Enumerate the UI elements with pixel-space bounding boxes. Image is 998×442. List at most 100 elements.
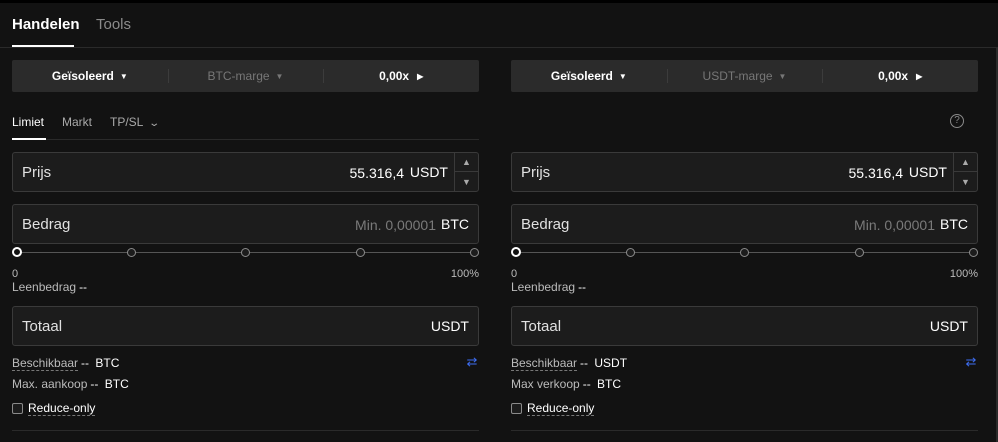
divider [511, 430, 978, 431]
amount-label: Bedrag [22, 216, 71, 233]
loan-value: -- [79, 280, 88, 294]
amount-slider[interactable] [12, 247, 479, 259]
loan-label: Leenbedrag [511, 280, 576, 294]
margin-mode-select[interactable]: Geïsoleerd ▼ [12, 60, 168, 92]
slider-max-label: 100% [450, 268, 479, 280]
max-value: -- [90, 377, 99, 391]
price-field[interactable]: Prijs 55.316,4 USDT ▲ ▼ [511, 152, 978, 192]
margin-asset-select[interactable]: BTC-marge ▼ [167, 60, 324, 92]
reduce-only-label: Reduce-only [527, 400, 595, 416]
tab-market[interactable]: Markt [62, 115, 92, 129]
available-label: Beschikbaar [12, 356, 79, 371]
slider-step-50[interactable] [241, 248, 250, 257]
amount-slider[interactable] [511, 247, 978, 259]
max-label: Max. aankoop [12, 377, 88, 391]
buy-panel: Geïsoleerd ▼ BTC-marge ▼ 0,00x ▶ Limiet … [12, 48, 479, 442]
loan-label: Leenbedrag [12, 280, 77, 294]
tab-trade[interactable]: Handelen [12, 16, 80, 33]
increment-button[interactable]: ▲ [954, 153, 977, 172]
tab-limit[interactable]: Limiet [12, 115, 44, 129]
caret-right-icon: ▶ [916, 71, 923, 81]
available-value: -- [580, 356, 589, 370]
reduce-only-label: Reduce-only [28, 400, 96, 416]
leverage-label: 0,00x [379, 69, 410, 83]
slider-min-label: 0 [511, 268, 518, 280]
caret-down-icon: ▼ [275, 71, 284, 81]
transfer-icon[interactable]: ⇄ [964, 355, 978, 369]
caret-right-icon: ▶ [417, 71, 424, 81]
margin-asset-label: BTC-marge [207, 69, 270, 83]
slider-step-100[interactable] [969, 248, 978, 257]
max-unit: BTC [597, 377, 622, 391]
tab-tools[interactable]: Tools [96, 16, 131, 33]
tab-tpsl-label: TP/SL [110, 115, 143, 129]
leverage-label: 0,00x [878, 69, 909, 83]
margin-asset-label: USDT-marge [702, 69, 773, 83]
available-unit: BTC [95, 356, 120, 370]
checkbox-box[interactable] [12, 402, 23, 414]
leverage-button[interactable]: 0,00x ▶ [822, 60, 978, 92]
chevron-down-icon: ▼ [961, 176, 970, 187]
slider-step-75[interactable] [356, 248, 365, 257]
slider-step-25[interactable] [626, 248, 635, 257]
loan-amount: Leenbedrag -- [511, 280, 586, 294]
slider-handle[interactable] [511, 247, 521, 257]
amount-field[interactable]: Bedrag Min. 0,00001 BTC [12, 204, 479, 244]
reduce-only-checkbox[interactable]: Reduce-only [12, 400, 96, 416]
decrement-button[interactable]: ▼ [954, 172, 977, 191]
price-stepper: ▲ ▼ [953, 153, 977, 191]
transfer-icon[interactable]: ⇄ [465, 355, 479, 369]
price-label: Prijs [22, 164, 52, 181]
margin-mode-label: Geïsoleerd [550, 69, 613, 83]
order-type-tabs: Limiet Markt TP/SL ⌄ [12, 114, 479, 140]
chevron-up-icon: ▲ [462, 157, 471, 167]
total-label: Totaal [521, 318, 562, 335]
amount-placeholder: Min. 0,00001 [854, 217, 935, 233]
margin-mode-bar: Geïsoleerd ▼ BTC-marge ▼ 0,00x ▶ [12, 60, 479, 92]
tab-tpsl[interactable]: TP/SL ⌄ [110, 115, 161, 129]
amount-label: Bedrag [521, 216, 570, 233]
tab-active-indicator [12, 45, 74, 47]
checkbox-box[interactable] [511, 402, 522, 414]
total-field[interactable]: Totaal USDT [511, 306, 978, 346]
price-label: Prijs [521, 164, 551, 181]
total-field[interactable]: Totaal USDT [12, 306, 479, 346]
slider-step-25[interactable] [127, 248, 136, 257]
reduce-only-checkbox[interactable]: Reduce-only [511, 400, 595, 416]
loan-value: -- [578, 280, 587, 294]
max-sell: Max verkoop -- BTC [511, 377, 621, 391]
margin-mode-select[interactable]: Geïsoleerd ▼ [511, 60, 667, 92]
loan-amount: Leenbedrag -- [12, 280, 87, 294]
margin-mode-label: Geïsoleerd [51, 69, 114, 83]
order-tab-active-indicator [12, 138, 46, 140]
leverage-button[interactable]: 0,00x ▶ [323, 60, 479, 92]
total-unit: USDT [929, 318, 968, 334]
max-label: Max verkoop [511, 377, 580, 391]
slider-step-75[interactable] [855, 248, 864, 257]
available-label: Beschikbaar [511, 356, 578, 371]
slider-step-100[interactable] [470, 248, 479, 257]
max-unit: BTC [104, 377, 129, 391]
decrement-button[interactable]: ▼ [455, 172, 478, 191]
caret-down-icon: ▼ [119, 71, 128, 81]
available-balance: Beschikbaar -- BTC [12, 356, 120, 371]
sell-panel: Geïsoleerd ▼ USDT-marge ▼ 0,00x ▶ Prijs … [511, 48, 978, 442]
available-value: -- [81, 356, 90, 370]
price-unit: USDT [908, 164, 947, 180]
caret-down-icon: ▼ [778, 71, 787, 81]
increment-button[interactable]: ▲ [455, 153, 478, 172]
max-value: -- [582, 377, 591, 391]
slider-step-50[interactable] [740, 248, 749, 257]
chevron-down-icon: ⌄ [148, 118, 161, 129]
price-field[interactable]: Prijs 55.316,4 USDT ▲ ▼ [12, 152, 479, 192]
chevron-up-icon: ▲ [961, 157, 970, 167]
price-value: 55.316,4 [349, 165, 405, 181]
slider-handle[interactable] [12, 247, 22, 257]
amount-placeholder: Min. 0,00001 [355, 217, 436, 233]
margin-asset-select[interactable]: USDT-marge ▼ [666, 60, 823, 92]
amount-field[interactable]: Bedrag Min. 0,00001 BTC [511, 204, 978, 244]
price-value: 55.316,4 [848, 165, 904, 181]
amount-unit: BTC [441, 216, 469, 232]
total-unit: USDT [430, 318, 469, 334]
amount-unit: BTC [940, 216, 968, 232]
